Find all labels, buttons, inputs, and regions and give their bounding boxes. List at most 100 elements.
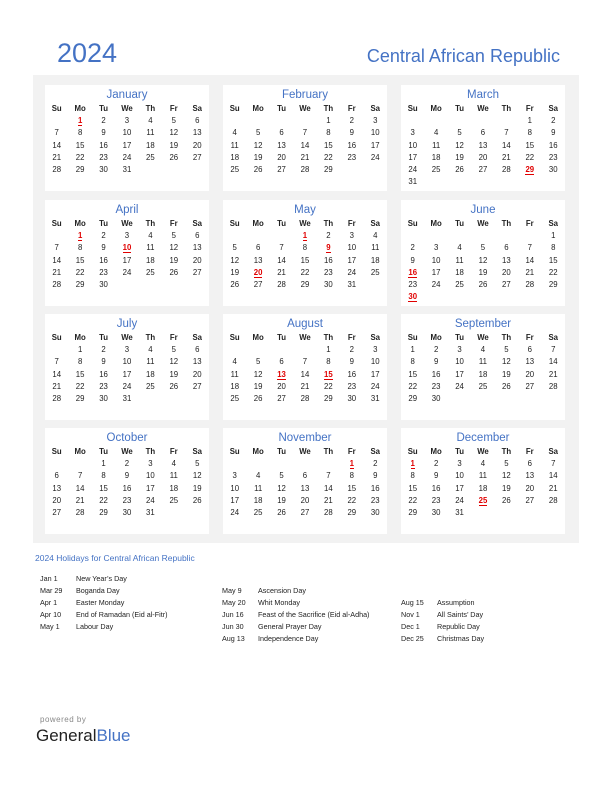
day-cell: 5 (171, 345, 176, 355)
day-cell: 8 (326, 128, 331, 138)
day-cell: 6 (527, 459, 532, 469)
weekday-header: Sa (192, 104, 203, 113)
day-cell: 10 (455, 471, 464, 481)
empty-cell (186, 279, 209, 291)
weekday-header: We (121, 219, 133, 228)
holiday-column: Jan 1 New Year’s Day Mar 29 Boganda Day Apr … (40, 573, 167, 633)
day-cell: 7 (279, 243, 284, 253)
day-cell: 5 (480, 243, 486, 253)
day-cell: 3 (457, 459, 462, 469)
day-cell: 9 (410, 255, 415, 265)
empty-cell (246, 344, 269, 356)
month-october: October Su Mo Tu We Th Fr Sa 1 2 3 4 5 6 7 8 9 10 11 12 13 14… (45, 428, 209, 534)
empty-cell (223, 115, 246, 127)
holiday-item: Mar 29 Boganda Day (40, 585, 167, 597)
weekday-header: Su (51, 333, 62, 342)
holiday-name: Christmas Day (437, 634, 485, 643)
weekday-header: Su (407, 333, 418, 342)
day-cell: 15 (408, 483, 418, 493)
empty-cell (186, 507, 209, 519)
day-cell: 28 (277, 280, 286, 290)
empty-cell (68, 458, 91, 470)
day-cell: 7 (527, 243, 532, 253)
day-cell: 6 (279, 128, 284, 138)
weekday-header: Fr (169, 333, 178, 342)
empty-cell (246, 458, 269, 470)
day-cell: 24 (370, 152, 380, 162)
holiday-date: Jan 1 (40, 574, 58, 583)
empty-cell (186, 393, 209, 405)
day-cell: 20 (52, 495, 62, 505)
day-cell: 15 (99, 483, 108, 493)
empty-cell (340, 164, 363, 176)
day-cell: 19 (478, 267, 488, 277)
weekday-header: Tu (455, 104, 465, 113)
day-cell: 6 (255, 243, 261, 253)
empty-cell (471, 230, 494, 242)
day-cell: 6 (279, 357, 284, 367)
generalblue-logo[interactable]: GeneralBlue (36, 726, 131, 746)
day-cell: 9 (101, 128, 106, 138)
day-cell: 21 (525, 267, 535, 277)
day-cell: 9 (101, 357, 106, 367)
weekday-header: Th (145, 333, 156, 342)
empty-cell (424, 176, 447, 188)
brand-general: General (36, 726, 97, 745)
day-cell: 25 (146, 381, 155, 391)
day-cell: 18 (230, 381, 240, 391)
day-cell: 4 (232, 128, 237, 138)
empty-cell (139, 164, 162, 176)
day-cell: 18 (230, 152, 240, 162)
month-november: November Su Mo Tu We Th Fr Sa 1 2 3 4 5 6 7 8 9 10 11 12 13 1… (223, 428, 387, 534)
day-cell: 7 (54, 243, 59, 253)
day-cell: 29 (324, 165, 333, 175)
day-cell: 2 (433, 459, 439, 469)
day-cell: 5 (255, 357, 261, 367)
day-cell: 4 (480, 345, 486, 355)
weekday-header: Su (229, 447, 240, 456)
day-cell: 8 (349, 471, 354, 481)
day-cell: 14 (52, 255, 62, 265)
weekday-header: Tu (99, 333, 109, 342)
weekday-header: Sa (192, 219, 203, 228)
day-cell: 19 (502, 369, 511, 379)
day-cell: 20 (478, 152, 488, 162)
day-cell: 24 (122, 267, 132, 277)
day-cell: 13 (253, 255, 263, 265)
holiday-date: May 20 (222, 598, 246, 607)
empty-cell (495, 230, 518, 242)
day-cell: 29 (324, 394, 333, 404)
weekday-header: Th (145, 447, 156, 456)
day-cell: 9 (433, 357, 439, 367)
day-cell: 24 (455, 381, 464, 391)
day-cell: 9 (124, 471, 130, 481)
weekday-header: Sa (548, 447, 559, 456)
day-cell: 6 (504, 243, 509, 253)
holiday-day: 29 (525, 165, 535, 176)
holiday-item: May 9 Ascension Day (222, 585, 369, 597)
month-july: July Su Mo Tu We Th Fr Sa 1 2 3 4 5 6 7 8 9 10 11 12 13 14 15 1… (45, 314, 209, 420)
day-cell: 25 (370, 267, 380, 277)
day-cell: 11 (254, 483, 263, 493)
day-cell: 26 (169, 267, 179, 277)
day-cell: 8 (410, 471, 415, 481)
day-cell: 4 (255, 471, 261, 481)
weekday-header: Fr (525, 447, 534, 456)
weekday-header: Mo (74, 333, 86, 342)
day-cell: 13 (192, 357, 202, 367)
day-cell: 8 (77, 128, 83, 138)
holiday-column: Aug 15 Assumption Nov 1 All Saints’ Day Dec … (401, 597, 484, 645)
day-cell: 21 (52, 152, 62, 162)
day-cell: 15 (347, 483, 357, 493)
day-cell: 8 (77, 243, 83, 253)
empty-cell (518, 176, 541, 188)
empty-cell (139, 279, 162, 291)
day-cell: 15 (408, 369, 418, 379)
weekday-header: Fr (169, 219, 178, 228)
day-cell: 19 (169, 255, 179, 265)
day-cell: 16 (122, 483, 132, 493)
day-cell: 19 (192, 483, 202, 493)
day-cell: 5 (279, 471, 284, 481)
day-cell: 4 (433, 128, 439, 138)
weekday-header: Fr (525, 219, 534, 228)
